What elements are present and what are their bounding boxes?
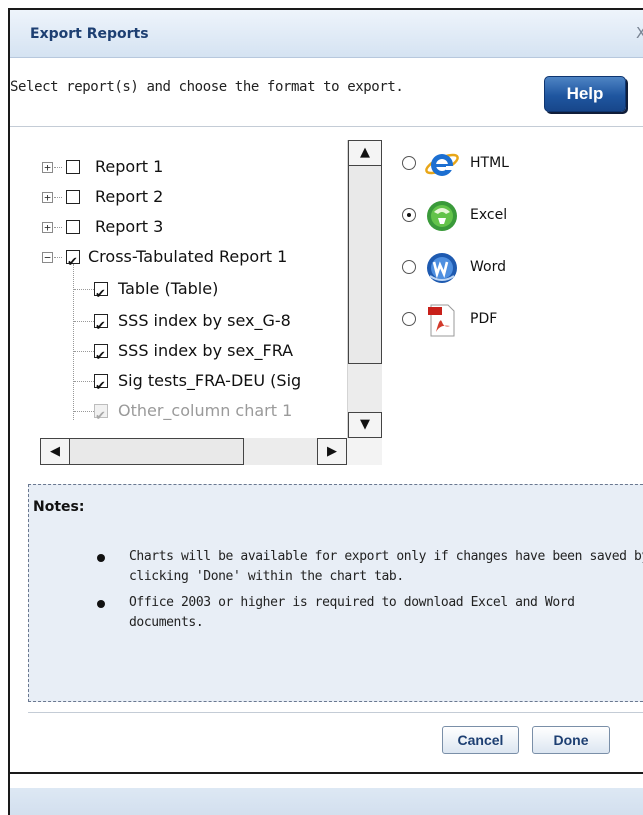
html-radio[interactable] — [402, 156, 416, 170]
sss-index-g8-checkbox[interactable] — [94, 312, 108, 342]
ie-icon — [425, 153, 459, 176]
tree-item-label: SSS index by sex_FRA — [118, 341, 294, 360]
note-item: Charts will be available for export only… — [129, 549, 643, 584]
format-label: Word — [470, 259, 506, 275]
format-label: HTML — [470, 155, 509, 171]
scroll-right-arrow-icon[interactable]: ▶ — [317, 438, 347, 465]
tree-connector — [54, 197, 62, 198]
tree-item-cross-tabulated-report-1[interactable]: − Cross-Tabulated Report 1 — [33, 242, 353, 278]
tree-item-label: Other_column chart 1 — [118, 401, 293, 420]
expand-icon[interactable]: + — [42, 222, 53, 233]
divider — [28, 712, 643, 713]
tree-connector — [74, 351, 94, 352]
sig-tests-checkbox[interactable] — [94, 372, 108, 402]
bullet-icon — [97, 554, 105, 562]
word-radio[interactable] — [402, 260, 416, 274]
excel-icon — [427, 201, 457, 231]
tree-connector — [74, 411, 94, 412]
tree-connector — [54, 227, 62, 228]
help-button[interactable]: Help — [544, 76, 626, 112]
tree-item-sss-index-fra[interactable]: SSS index by sex_FRA — [33, 336, 353, 372]
scroll-left-arrow-icon[interactable]: ◀ — [40, 438, 70, 465]
vertical-scroll-thumb[interactable] — [348, 166, 382, 364]
notes-title: Notes: — [33, 499, 85, 515]
report-2-checkbox[interactable] — [66, 190, 80, 204]
tree-vertical-scrollbar[interactable]: ▲ ▼ — [347, 140, 382, 438]
format-label: PDF — [470, 311, 498, 327]
pdf-icon — [428, 304, 455, 337]
report-tree: + Report 1 + Report 2 + Report 3 − Cross… — [33, 140, 379, 468]
excel-radio[interactable] — [402, 208, 416, 222]
tree-connector — [54, 257, 62, 258]
tree-item-report-1[interactable]: + Report 1 — [33, 152, 353, 182]
divider — [10, 126, 643, 127]
tree-item-label: Cross-Tabulated Report 1 — [88, 247, 288, 266]
dialog-title: Export Reports — [30, 26, 149, 42]
title-bar: Export Reports X — [10, 10, 643, 58]
word-icon — [427, 253, 457, 283]
tree-item-sss-index-g8[interactable]: SSS index by sex_G-8 — [33, 306, 353, 342]
export-reports-dialog: Export Reports X Select report(s) and ch… — [8, 8, 643, 815]
tree-item-label: Report 2 — [95, 187, 164, 206]
tree-item-label: Report 3 — [95, 217, 164, 236]
done-button[interactable]: Done — [532, 726, 610, 754]
tree-item-sig-tests[interactable]: Sig tests_FRA-DEU (Sig — [33, 366, 353, 402]
table-checkbox[interactable] — [94, 280, 108, 310]
tree-item-report-2[interactable]: + Report 2 — [33, 182, 353, 212]
cross-tabulated-report-1-checkbox[interactable] — [66, 248, 80, 278]
format-label: Excel — [470, 207, 508, 223]
report-3-checkbox[interactable] — [66, 220, 80, 234]
sss-index-fra-checkbox[interactable] — [94, 342, 108, 372]
close-icon[interactable]: X — [636, 24, 643, 42]
instruction-text: Select report(s) and choose the format t… — [10, 79, 404, 95]
expand-icon[interactable]: + — [42, 162, 53, 173]
scroll-down-arrow-icon[interactable]: ▼ — [348, 412, 382, 438]
collapse-icon[interactable]: − — [42, 252, 53, 263]
tree-horizontal-scrollbar[interactable]: ◀ ▶ — [40, 438, 382, 465]
notes-panel: Notes: Charts will be available for expo… — [28, 484, 643, 702]
tree-connector — [74, 321, 94, 322]
tree-item-label: Report 1 — [95, 157, 164, 176]
bullet-icon — [97, 600, 105, 608]
divider — [10, 772, 643, 774]
tree-item-label: Table (Table) — [118, 279, 219, 298]
scrollbar-corner — [347, 438, 382, 465]
tree-item-other-column-chart[interactable]: Other_column chart 1 — [33, 396, 353, 432]
pdf-radio[interactable] — [402, 312, 416, 326]
tree-item-report-3[interactable]: + Report 3 — [33, 212, 353, 242]
scroll-up-arrow-icon[interactable]: ▲ — [348, 140, 382, 166]
note-item: Office 2003 or higher is required to dow… — [129, 595, 575, 630]
tree-connector — [74, 381, 94, 382]
expand-icon[interactable]: + — [42, 192, 53, 203]
bottom-bar — [10, 788, 643, 815]
tree-connector — [54, 167, 62, 168]
tree-item-label: SSS index by sex_G-8 — [118, 311, 291, 330]
cancel-button[interactable]: Cancel — [442, 726, 519, 754]
tree-connector — [74, 289, 94, 290]
report-1-checkbox[interactable] — [66, 160, 80, 174]
other-column-chart-checkbox[interactable] — [94, 402, 108, 432]
tree-item-table[interactable]: Table (Table) — [33, 274, 353, 310]
tree-item-label: Sig tests_FRA-DEU (Sig — [118, 371, 302, 390]
horizontal-scroll-thumb[interactable] — [70, 438, 244, 465]
